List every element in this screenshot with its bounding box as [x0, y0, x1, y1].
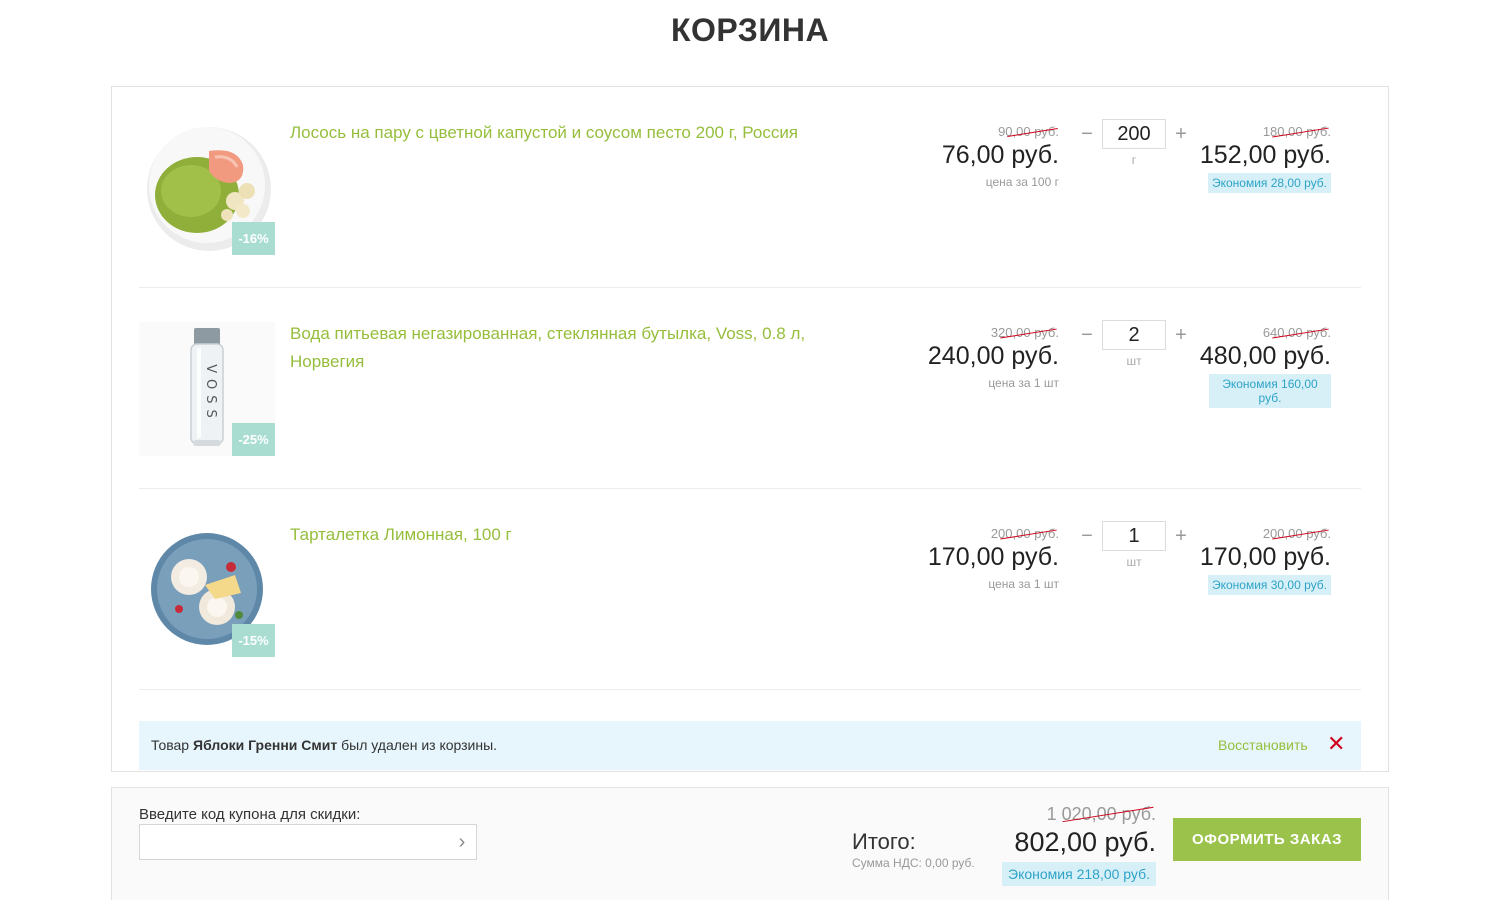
- quantity-stepper: − + шт: [1077, 320, 1189, 380]
- vat-note: Сумма НДС: 0,00 руб.: [852, 856, 975, 870]
- old-order-total: 1 020,00 руб.: [1046, 804, 1156, 824]
- discount-badge: -25%: [232, 423, 275, 456]
- current-unit-price: 170,00 руб.: [927, 543, 1059, 571]
- cart-item: -16% Лосось на пару с цветной капустой и…: [139, 87, 1361, 288]
- order-summary-panel: Введите код купона для скидки: › Итого: …: [111, 787, 1389, 900]
- product-image[interactable]: -16%: [139, 121, 275, 255]
- removed-product-name: Яблоки Гренни Смит: [193, 737, 338, 753]
- restore-item-link[interactable]: Восстановить: [1218, 737, 1308, 753]
- old-unit-price: 320,00 руб.: [990, 325, 1059, 340]
- current-item-total: 170,00 руб.: [1199, 543, 1331, 571]
- coupon-label: Введите код купона для скидки:: [139, 806, 361, 823]
- discount-badge: -15%: [232, 624, 275, 657]
- bottle-label: VOSS: [203, 364, 218, 423]
- total-label: Итого:: [852, 829, 916, 854]
- quantity-input[interactable]: [1102, 119, 1166, 149]
- increase-quantity-button[interactable]: +: [1173, 324, 1189, 346]
- product-name-link[interactable]: Тарталетка Лимонная, 100 г: [290, 521, 850, 549]
- current-item-total: 152,00 руб.: [1199, 141, 1331, 169]
- current-unit-price: 240,00 руб.: [927, 342, 1059, 370]
- page-title: КОРЗИНА: [670, 12, 830, 48]
- increase-quantity-button[interactable]: +: [1173, 123, 1189, 145]
- product-image[interactable]: VOSS -25%: [139, 322, 275, 456]
- item-total: 200,00 руб. 170,00 руб. Экономия 30,00 р…: [1189, 525, 1331, 595]
- coupon-input[interactable]: [139, 824, 477, 860]
- old-item-total: 640,00 руб.: [1262, 325, 1331, 340]
- item-total: 180,00 руб. 152,00 руб. Экономия 28,00 р…: [1189, 123, 1331, 193]
- cart-item: VOSS -25% Вода питьевая негазированная, …: [139, 288, 1361, 489]
- product-name-link[interactable]: Лосось на пару с цветной капустой и соус…: [290, 119, 850, 147]
- saving-badge: Экономия 30,00 руб.: [1207, 575, 1331, 595]
- cart-item: -15% Тарталетка Лимонная, 100 г 200,00 р…: [139, 489, 1361, 690]
- decrease-quantity-button[interactable]: −: [1079, 525, 1095, 547]
- notice-prefix: Товар: [151, 737, 190, 753]
- current-order-total: 802,00 руб.: [1014, 827, 1156, 857]
- unit-price-note: цена за 100 г: [985, 175, 1059, 189]
- old-item-total: 180,00 руб.: [1262, 124, 1331, 139]
- quantity-input[interactable]: [1102, 320, 1166, 350]
- checkout-button[interactable]: ОФОРМИТЬ ЗАКАЗ: [1173, 818, 1361, 861]
- quantity-input[interactable]: [1102, 521, 1166, 551]
- discount-badge: -16%: [232, 222, 275, 255]
- unit-price: 320,00 руб. 240,00 руб. цена за 1 шт: [909, 324, 1059, 392]
- decrease-quantity-button[interactable]: −: [1079, 324, 1095, 346]
- increase-quantity-button[interactable]: +: [1173, 525, 1189, 547]
- removed-item-message: Товар Яблоки Гренни Смит был удален из к…: [151, 737, 497, 753]
- chevron-right-icon[interactable]: ›: [452, 832, 472, 852]
- saving-badge: Экономия 28,00 руб.: [1207, 173, 1331, 193]
- current-item-total: 480,00 руб.: [1199, 342, 1331, 370]
- quantity-unit: шт: [1126, 354, 1142, 368]
- close-icon[interactable]: ✕: [1327, 733, 1345, 755]
- quantity-stepper: − + шт: [1077, 521, 1189, 581]
- quantity-unit: шт: [1126, 555, 1142, 569]
- quantity-unit: г: [1131, 153, 1137, 167]
- unit-price: 200,00 руб. 170,00 руб. цена за 1 шт: [909, 525, 1059, 593]
- order-total: 1 020,00 руб. 802,00 руб. Экономия 218,0…: [972, 802, 1156, 886]
- unit-price-note: цена за 1 шт: [988, 376, 1059, 390]
- saving-badge: Экономия 160,00 руб.: [1209, 374, 1331, 408]
- notice-suffix: был удален из корзины.: [341, 737, 498, 753]
- old-item-total: 200,00 руб.: [1262, 526, 1331, 541]
- unit-price-note: цена за 1 шт: [988, 577, 1059, 591]
- old-unit-price: 200,00 руб.: [990, 526, 1059, 541]
- decrease-quantity-button[interactable]: −: [1079, 123, 1095, 145]
- unit-price: 90,00 руб. 76,00 руб. цена за 100 г: [909, 123, 1059, 191]
- cart-items-panel: -16% Лосось на пару с цветной капустой и…: [111, 86, 1389, 772]
- current-unit-price: 76,00 руб.: [941, 141, 1059, 169]
- item-total: 640,00 руб. 480,00 руб. Экономия 160,00 …: [1189, 324, 1331, 408]
- product-name-link[interactable]: Вода питьевая негазированная, стеклянная…: [290, 320, 850, 376]
- product-image[interactable]: -15%: [139, 523, 275, 657]
- quantity-stepper: − + г: [1077, 119, 1189, 179]
- removed-item-notice: Товар Яблоки Гренни Смит был удален из к…: [139, 721, 1361, 770]
- old-unit-price: 90,00 руб.: [998, 124, 1059, 139]
- order-saving-badge: Экономия 218,00 руб.: [1002, 862, 1156, 886]
